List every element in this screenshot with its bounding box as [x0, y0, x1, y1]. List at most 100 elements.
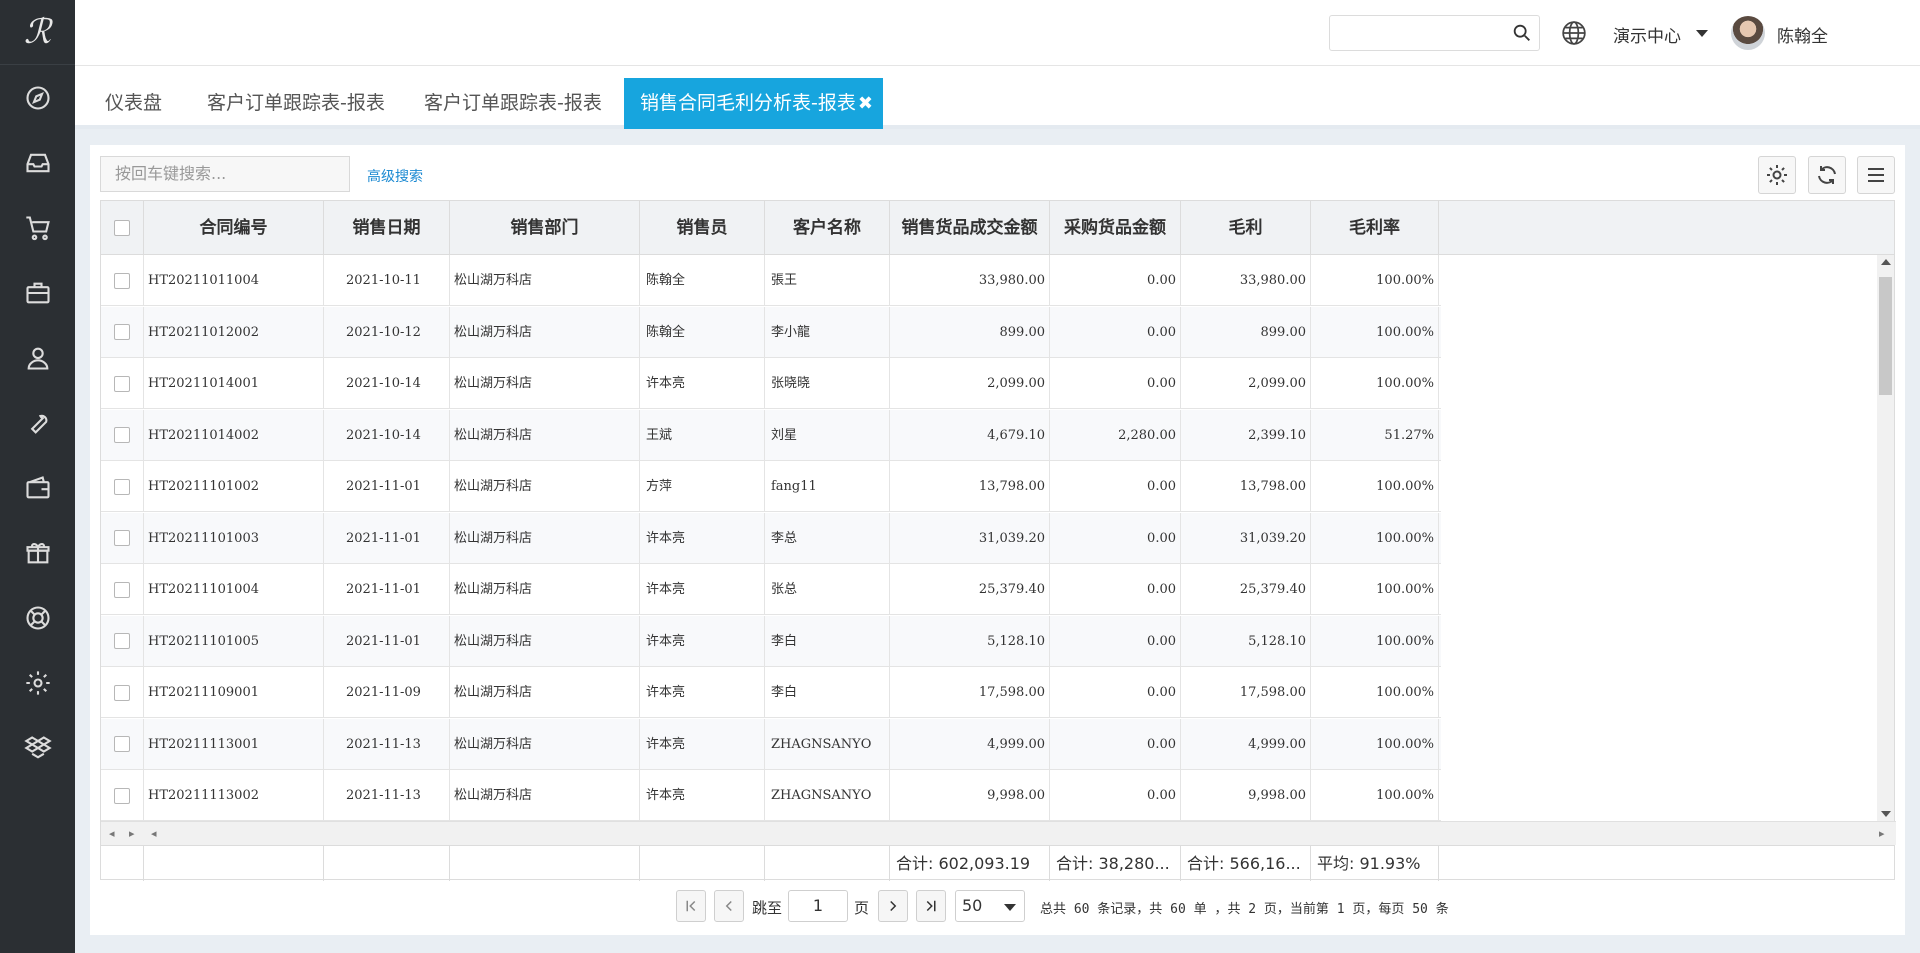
row-checkbox-cell[interactable] [101, 718, 144, 770]
tab-order-tracking-2[interactable]: 客户订单跟踪表-报表 [408, 78, 618, 129]
scroll-right-icon[interactable]: ▸ [1879, 827, 1885, 840]
cell-gross-profit: 899.00 [1181, 306, 1311, 358]
row-checkbox[interactable] [114, 787, 130, 804]
row-checkbox[interactable] [114, 272, 130, 289]
page-unit-label: 页 [854, 899, 870, 917]
tab-gross-profit-report[interactable]: 销售合同毛利分析表-报表 ✖ [624, 78, 883, 129]
avatar[interactable] [1731, 16, 1765, 50]
row-checkbox-cell[interactable] [101, 512, 144, 564]
col-contract-no[interactable]: 合同编号 [144, 201, 324, 255]
table-row[interactable]: HT20211101003 2021-11-01 松山湖万科店 许本亮 李总 31,039… [101, 512, 1441, 564]
row-checkbox[interactable] [114, 375, 130, 392]
close-icon[interactable]: ✖ [858, 93, 873, 114]
table-row[interactable]: HT20211101005 2021-11-01 松山湖万科店 许本亮 李白 5,128.… [101, 615, 1441, 667]
cell-sales-amount: 31,039.20 [890, 512, 1050, 564]
row-checkbox-cell[interactable] [101, 461, 144, 512]
col-sales-amount[interactable]: 销售货品成交金额 [890, 201, 1050, 255]
col-department[interactable]: 销售部门 [450, 201, 640, 255]
col-purchase-amount[interactable]: 采购货品金额 [1050, 201, 1181, 255]
table-row[interactable]: HT20211109001 2021-11-09 松山湖万科店 许本亮 李白 17,598… [101, 667, 1441, 718]
select-all-checkbox[interactable] [114, 220, 130, 236]
lifebuoy-icon[interactable] [0, 585, 75, 650]
row-checkbox-cell[interactable] [101, 667, 144, 718]
table-row[interactable]: HT20211011004 2021-10-11 松山湖万科店 陈翰全 張王 33,980… [101, 255, 1441, 306]
summary-sales-total: 合计: 602,093.19 [890, 846, 1050, 881]
cell-salesperson: 方萍 [640, 461, 765, 512]
row-checkbox[interactable] [114, 478, 130, 495]
row-checkbox-cell[interactable] [101, 615, 144, 667]
compass-icon[interactable] [0, 65, 75, 130]
gear-icon[interactable] [0, 650, 75, 715]
row-checkbox[interactable] [114, 581, 130, 598]
row-checkbox[interactable] [114, 684, 130, 701]
table-row[interactable]: HT20211012002 2021-10-12 松山湖万科店 陈翰全 李小龍 899.0… [101, 306, 1441, 358]
row-checkbox[interactable] [114, 633, 130, 649]
cell-salesperson: 许本亮 [640, 358, 765, 409]
dropbox-icon[interactable] [0, 715, 75, 780]
column-menu-button[interactable] [1857, 156, 1895, 194]
col-profit-rate[interactable]: 毛利率 [1311, 201, 1439, 255]
user-icon[interactable] [0, 325, 75, 390]
row-checkbox-cell[interactable] [101, 306, 144, 358]
row-checkbox-cell[interactable] [101, 409, 144, 461]
table-row[interactable]: HT20211014001 2021-10-14 松山湖万科店 许本亮 张晓晓 2,099… [101, 358, 1441, 409]
scroll-left-icon[interactable]: ◂ [151, 827, 157, 840]
tab-dashboard[interactable]: 仪表盘 [89, 78, 178, 129]
keyword-search-input[interactable]: 按回车键搜索... [100, 156, 350, 192]
inbox-icon[interactable] [0, 130, 75, 195]
refresh-button[interactable] [1808, 156, 1846, 194]
next-page-button[interactable] [878, 890, 908, 922]
username[interactable]: 陈翰全 [1777, 22, 1828, 47]
tab-order-tracking-1[interactable]: 客户订单跟踪表-报表 [191, 78, 401, 129]
row-checkbox[interactable] [114, 530, 130, 546]
first-page-button[interactable] [676, 890, 706, 922]
row-checkbox-cell[interactable] [101, 255, 144, 306]
row-checkbox[interactable] [114, 324, 130, 340]
settings-button[interactable] [1758, 156, 1796, 194]
table-row[interactable]: HT20211113001 2021-11-13 松山湖万科店 许本亮 ZHAGNSAN… [101, 718, 1441, 770]
page-size-select[interactable]: 50 [955, 890, 1025, 922]
cart-icon[interactable] [0, 195, 75, 260]
table-row[interactable]: HT20211101002 2021-11-01 松山湖万科店 方萍 fang11 13,… [101, 461, 1441, 512]
wrench-icon[interactable] [0, 390, 75, 455]
select-all-checkbox-cell[interactable] [101, 201, 144, 255]
col-sale-date[interactable]: 销售日期 [324, 201, 450, 255]
scroll-left-icon[interactable]: ◂ [109, 827, 115, 840]
org-selector[interactable]: 演示中心 [1613, 22, 1681, 47]
wallet-icon[interactable] [0, 455, 75, 520]
row-checkbox[interactable] [114, 736, 130, 752]
scroll-thumb[interactable] [1879, 277, 1892, 395]
report-panel: 按回车键搜索... 高级搜索 合同编号 销售日期 销售部门 销售员 客户名称 销… [90, 145, 1905, 935]
last-page-button[interactable] [916, 890, 946, 922]
scroll-right-icon[interactable]: ▸ [129, 827, 135, 840]
scroll-down-icon[interactable] [1881, 811, 1891, 817]
search-icon[interactable] [1511, 22, 1533, 44]
page-number-input[interactable]: 1 [788, 890, 848, 922]
row-checkbox-cell[interactable] [101, 564, 144, 615]
briefcase-icon[interactable] [0, 260, 75, 325]
app-logo[interactable]: ℛ [0, 0, 75, 65]
cell-purchase-amount: 2,280.00 [1050, 409, 1181, 461]
chevron-down-icon[interactable] [1696, 30, 1708, 37]
row-checkbox-cell[interactable] [101, 770, 144, 821]
col-customer[interactable]: 客户名称 [765, 201, 890, 255]
row-checkbox-cell[interactable] [101, 358, 144, 409]
summary-empty [101, 846, 144, 881]
row-checkbox[interactable] [114, 427, 130, 443]
tab-bar: 仪表盘 客户订单跟踪表-报表 客户订单跟踪表-报表 销售合同毛利分析表-报表 ✖ [75, 66, 1920, 129]
col-salesperson[interactable]: 销售员 [640, 201, 765, 255]
table-row[interactable]: HT20211113002 2021-11-13 松山湖万科店 许本亮 ZHAGNSAN… [101, 770, 1441, 821]
scroll-up-icon[interactable] [1881, 259, 1891, 265]
table-row[interactable]: HT20211101004 2021-11-01 松山湖万科店 许本亮 张总 25,379… [101, 564, 1441, 615]
horizontal-scrollbar[interactable]: ◂ ▸ ◂ ▸ [101, 821, 1896, 845]
table-row[interactable]: HT20211014002 2021-10-14 松山湖万科店 王斌 刘星 4,679.1… [101, 409, 1441, 461]
globe-icon[interactable] [1561, 20, 1587, 46]
gift-icon[interactable] [0, 520, 75, 585]
prev-page-button[interactable] [714, 890, 744, 922]
col-gross-profit[interactable]: 毛利 [1181, 201, 1311, 255]
tab-label: 客户订单跟踪表-报表 [207, 92, 385, 114]
global-search-input[interactable] [1329, 15, 1540, 51]
sidebar: ℛ [0, 0, 75, 953]
vertical-scrollbar[interactable] [1877, 255, 1894, 821]
advanced-search-link[interactable]: 高级搜索 [367, 166, 423, 186]
